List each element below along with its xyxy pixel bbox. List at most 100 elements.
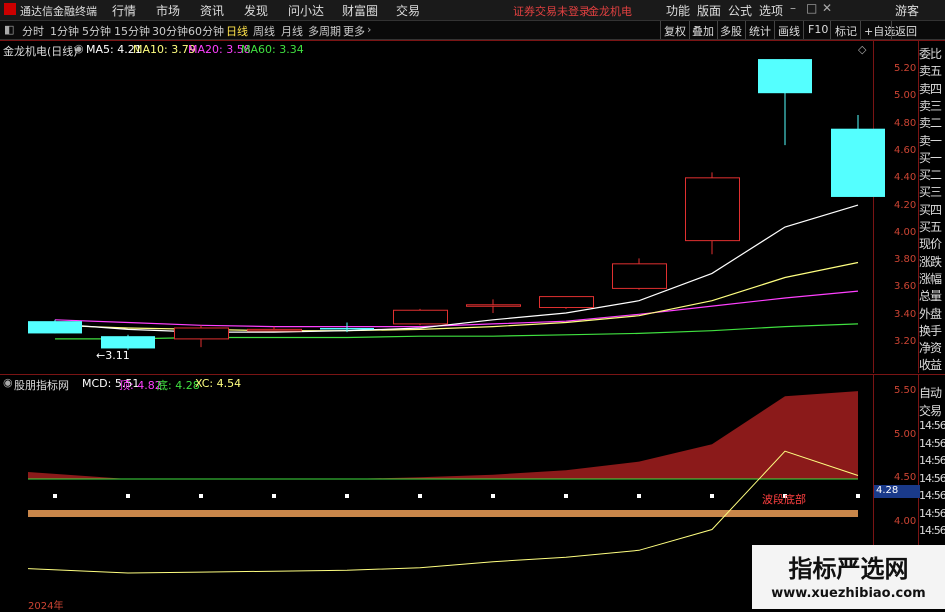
candle-body-down (831, 128, 885, 197)
quote-label[interactable]: 卖五 (919, 62, 945, 79)
quote-label[interactable]: 卖三 (919, 97, 945, 114)
menu-layout[interactable]: 版面 (697, 2, 721, 19)
tab-5min[interactable]: 5分钟 (82, 23, 111, 39)
quote-label[interactable]: 卖一 (919, 132, 945, 149)
quote-label[interactable]: 现价 (919, 235, 945, 252)
quote-label[interactable]: 收益 (919, 356, 945, 373)
quote-label[interactable]: 涨跌 (919, 253, 945, 270)
candle-body-up (685, 177, 740, 242)
candle-body-up (466, 304, 521, 307)
quote-label[interactable]: 委比 (919, 45, 945, 62)
close-icon[interactable]: ✕ (822, 1, 832, 15)
year-label: 2024年 (28, 601, 64, 612)
support-band (28, 510, 858, 517)
signal-dot (856, 494, 860, 498)
price-tick-label: 5.00 (894, 90, 917, 102)
f10-button[interactable]: F10 (808, 23, 828, 36)
menu-discover[interactable]: 发现 (244, 2, 268, 19)
tab-60min[interactable]: 60分钟 (188, 23, 224, 39)
candle-body-down (28, 321, 82, 334)
menu-bar: 通达信金融终端 行情 市场 资讯 发现 问小达 财富圈 交易 证券交易未登录 金… (0, 0, 945, 21)
tab-more[interactable]: 更多 (343, 23, 365, 39)
signal-dot (199, 494, 203, 498)
price-tick-label: 3.80 (894, 254, 917, 266)
candle-body-down (101, 336, 155, 349)
right-column-item: 交易 (919, 403, 942, 418)
right-column-item: 自动 (919, 386, 942, 400)
current-value-badge: 4.28 (874, 485, 920, 498)
stats-button[interactable]: 统计 (749, 23, 771, 39)
quote-label[interactable]: 卖二 (919, 114, 945, 131)
quote-label[interactable]: 净资 (919, 339, 945, 356)
price-tick-label: 4.20 (894, 199, 917, 211)
quote-label[interactable]: 涨幅 (919, 270, 945, 287)
quote-label[interactable]: 买一 (919, 149, 945, 166)
tab-multi-period[interactable]: 多周期 (308, 23, 341, 39)
menu-function[interactable]: 功能 (666, 2, 690, 19)
menu-options[interactable]: 选项 (759, 2, 783, 19)
minimize-icon[interactable]: – (790, 1, 796, 15)
price-tick-label: 3.40 (894, 308, 917, 320)
candle-body-up (393, 309, 448, 325)
candle-body-up (539, 296, 594, 309)
kline-panel[interactable]: 金龙机电(日线) ◉ MA5: 4.21 MA10: 3.79 MA20: 3.… (0, 40, 945, 373)
quote-label[interactable]: 买五 (919, 218, 945, 235)
tab-daily[interactable]: 日线 (226, 23, 248, 39)
indicator-tick-label: 4.00 (894, 515, 917, 527)
menu-wealth[interactable]: 财富圈 (342, 2, 378, 19)
guest-user[interactable]: 游客 (895, 2, 919, 19)
overlay-button[interactable]: 叠加 (692, 23, 714, 39)
quote-label[interactable]: 卖四 (919, 80, 945, 97)
bottom-value: 底: 4.28 (157, 379, 200, 392)
menu-ask[interactable]: 问小达 (288, 2, 324, 19)
draw-line-button[interactable]: 画线 (778, 23, 800, 39)
quote-label[interactable]: 买二 (919, 166, 945, 183)
signal-dot (418, 494, 422, 498)
stock-period-label: 金龙机电(日线) (3, 45, 78, 58)
quote-label[interactable]: 外盘 (919, 305, 945, 322)
tab-30min[interactable]: 30分钟 (152, 23, 188, 39)
more-chevron-icon[interactable]: › (367, 23, 371, 36)
tab-15min[interactable]: 15分钟 (114, 23, 150, 39)
kline-chart[interactable] (0, 40, 945, 373)
maximize-icon[interactable]: □ (806, 1, 817, 15)
right-column-item: 14:56 (919, 436, 945, 450)
top-value: 顶: 4.82 (119, 379, 162, 392)
menu-trade[interactable]: 交易 (396, 2, 420, 19)
quote-label[interactable]: 换手 (919, 322, 945, 339)
right-column-item: 14:56 (919, 506, 945, 520)
tab-intraday[interactable]: 分时 (22, 23, 44, 39)
tab-1min[interactable]: 1分钟 (50, 23, 79, 39)
low-price-marker: ←3.11 (96, 349, 130, 362)
quote-label[interactable]: 总量 (919, 287, 945, 304)
mark-button[interactable]: 标记 (835, 23, 857, 39)
right-column-item: 14:56 (919, 419, 945, 432)
back-button[interactable]: 返回 (895, 23, 917, 39)
menu-market[interactable]: 市场 (156, 2, 180, 19)
signal-dot (345, 494, 349, 498)
adjust-button[interactable]: 复权 (664, 23, 686, 39)
multi-stock-button[interactable]: 多股 (720, 23, 742, 39)
tab-monthly[interactable]: 月线 (281, 23, 303, 39)
xc-value: XC: 4.54 (195, 377, 242, 390)
ma10-line (54, 261, 859, 332)
candle-body-up (174, 327, 229, 340)
signal-dot (53, 494, 57, 498)
right-column-item: 14:56 (919, 454, 945, 467)
quote-label[interactable]: 买四 (919, 201, 945, 218)
mcd-area (28, 391, 858, 479)
trade-login-warning[interactable]: 证券交易未登录 (513, 3, 590, 19)
tab-weekly[interactable]: 周线 (253, 23, 275, 39)
legend-toggle-icon[interactable]: ◉ (74, 42, 84, 55)
panel-settings-icon[interactable]: ◇ (858, 43, 866, 56)
current-stock-name: 金龙机电 (588, 5, 632, 18)
panel-toggle-icon[interactable]: ◧ (4, 23, 14, 36)
price-tick-label: 4.80 (894, 117, 917, 129)
menu-news[interactable]: 资讯 (200, 2, 224, 19)
menu-quotes[interactable]: 行情 (112, 2, 136, 19)
indicator-toggle-icon[interactable]: ◉ (3, 376, 13, 389)
site-watermark: 指标严选网 www.xuezhibiao.com (752, 545, 945, 609)
right-column-item: 14:56 (919, 524, 945, 537)
quote-label[interactable]: 买三 (919, 183, 945, 200)
menu-formula[interactable]: 公式 (728, 2, 752, 19)
